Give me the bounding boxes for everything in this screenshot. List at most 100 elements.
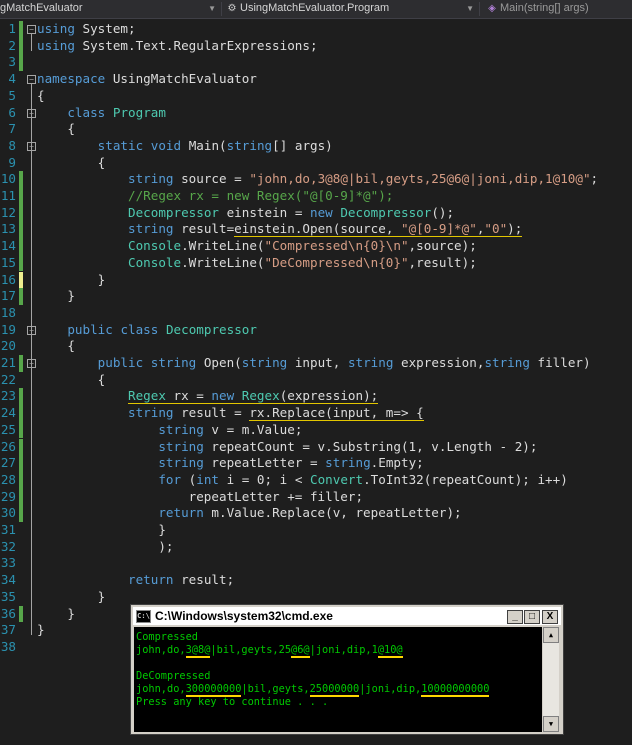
close-button[interactable]: X (542, 610, 558, 624)
collapse-icon[interactable]: − (27, 25, 36, 34)
maximize-button[interactable]: □ (524, 610, 540, 624)
code-token: } (37, 605, 75, 621)
code-line[interactable]: 11 //Regex rx = new Regex("@[0-9]*@"); (0, 188, 632, 205)
code-token: } (37, 522, 166, 537)
console-text: Press any key to continue . . . (136, 696, 329, 708)
console-output: Compressed john,do,3@8@|bil,geyts,25@6@|j… (134, 627, 542, 732)
code-token: ,result); (408, 254, 477, 270)
code-token: class (67, 104, 106, 120)
code-line[interactable]: 22 { (0, 372, 632, 389)
code-line[interactable]: 4 − namespace UsingMatchEvaluator (0, 71, 632, 88)
code-text: for (int i = 0; i < Convert.ToInt32(repe… (37, 471, 567, 489)
code-line[interactable]: 21− public string Open(string input, str… (0, 355, 632, 372)
code-text: return m.Value.Replace(v, repeatLetter); (37, 505, 462, 522)
code-token: class (120, 321, 159, 337)
code-line[interactable]: 26 string repeatCount = v.Substring(1, v… (0, 438, 632, 456)
type-combo-label: UsingMatchEvaluator.Program (240, 2, 390, 14)
code-line[interactable]: 28 for (int i = 0; i < Convert.ToInt32(r… (0, 471, 632, 489)
code-line[interactable]: 1 − using System; (0, 21, 632, 38)
code-text: } (37, 622, 45, 639)
class-icon: ⚙ (227, 3, 237, 14)
code-line[interactable]: 12 Decompressor einstein = new Decompres… (0, 204, 632, 222)
code-token: string (158, 421, 204, 437)
code-line[interactable]: 20 { (0, 338, 632, 355)
code-token: Decompressor (165, 321, 257, 337)
code-line[interactable]: 34 return result; (0, 572, 632, 589)
code-line[interactable]: 32 ); (0, 539, 632, 556)
line-number: 32 (0, 538, 16, 554)
console-line: Press any key to continue . . . (136, 696, 328, 709)
code-line[interactable]: 17 } (0, 288, 632, 305)
code-line[interactable]: 31 } (0, 522, 632, 539)
code-token: } (37, 271, 106, 287)
code-line[interactable]: 9 { (0, 155, 632, 172)
code-line[interactable]: 3 (0, 54, 632, 72)
code-token: ; (590, 171, 599, 187)
highlighted-value: 10000000000 (421, 683, 490, 697)
code-token: filler) (529, 355, 591, 370)
code-line[interactable]: 23 Regex rx = new Regex(expression); (0, 388, 632, 406)
project-combo[interactable]: gMatchEvaluator ▼ (0, 1, 218, 16)
code-line[interactable]: 18 (0, 305, 632, 322)
code-line[interactable]: 14 Console.WriteLine("Compressed\n{0}\n"… (0, 238, 632, 255)
line-number: 3 (8, 54, 16, 70)
outline-guide (31, 150, 32, 285)
code-text: string repeatLetter = string.Empty; (37, 455, 423, 472)
code-text: public class Decompressor (37, 322, 257, 339)
code-token: { (37, 371, 106, 387)
code-line[interactable]: 24 string result = rx.Replace(input, m=>… (0, 405, 632, 422)
code-token: string (241, 355, 288, 370)
scroll-down-icon[interactable]: ▼ (543, 716, 559, 732)
code-token: v = m.Value; (203, 421, 303, 437)
code-line[interactable]: 30 return m.Value.Replace(v, repeatLette… (0, 505, 632, 522)
highlighted-value: 25000000 (309, 683, 360, 697)
chevron-down-icon: ▼ (466, 4, 474, 13)
code-token: "DeCompressed\n{0}" (264, 254, 409, 270)
highlighted-value: @6@ (291, 644, 310, 658)
code-token: "john,do,3@8@|bil,geyts,25@6@|joni,dip,1… (249, 171, 591, 187)
code-line[interactable]: 35 } (0, 589, 632, 606)
outline-guide (31, 368, 32, 602)
code-line[interactable]: 10 string source = "john,do,3@8@|bil,gey… (0, 171, 632, 188)
minimize-button[interactable]: _ (507, 610, 523, 624)
code-line[interactable]: 7 { (0, 121, 632, 138)
code-line[interactable]: 25 string v = m.Value; (0, 421, 632, 439)
console-window[interactable]: C:\ C:\Windows\system32\cmd.exe _ □ X Co… (130, 604, 564, 735)
line-number: 25 (0, 421, 16, 437)
code-line[interactable]: 19− public class Decompressor (0, 322, 632, 339)
collapse-icon[interactable]: − (27, 75, 36, 85)
code-line[interactable]: 15 Console.WriteLine("DeCompressed\n{0}"… (0, 254, 632, 272)
type-combo[interactable]: ⚙ UsingMatchEvaluator.Program ▼ (226, 1, 476, 16)
console-title-bar[interactable]: C:\ C:\Windows\system32\cmd.exe _ □ X (133, 607, 561, 625)
change-marker (19, 421, 23, 439)
line-number: 1 (8, 21, 16, 36)
code-text: string result=einstein.Open(source, "@[0… (37, 221, 523, 238)
code-token: string (128, 171, 174, 187)
change-marker (19, 471, 23, 489)
code-line[interactable]: 29 repeatLetter += filler; (0, 488, 632, 506)
code-line[interactable]: 13 string result=einstein.Open(source, "… (0, 221, 632, 239)
member-combo[interactable]: ◈ Main(string[] args) (486, 1, 632, 16)
line-number: 15 (0, 254, 16, 270)
code-token: i = 0; i < (219, 471, 310, 487)
scroll-up-icon[interactable]: ▲ (543, 627, 559, 643)
code-token: m.Value.Replace(v, repeatLetter); (203, 505, 462, 521)
line-number: 8 (8, 137, 16, 153)
code-token: ( (181, 471, 197, 487)
code-line[interactable]: 6− class Program (0, 105, 632, 122)
code-line[interactable]: 27 string repeatLetter = string.Empty; (0, 455, 632, 472)
console-scrollbar[interactable]: ▲ ▼ (543, 627, 559, 732)
code-line[interactable]: 16 } (0, 271, 632, 289)
code-token: } (37, 288, 75, 304)
code-line[interactable]: 8− static void Main(string[] args) (0, 138, 632, 155)
code-token: source = (173, 171, 250, 187)
code-token: .WriteLine( (181, 238, 265, 254)
code-line[interactable]: 2 using System.Text.RegularExpressions; (0, 37, 632, 55)
code-line[interactable]: 33 (0, 555, 632, 572)
code-line[interactable]: 5{ (0, 88, 632, 105)
